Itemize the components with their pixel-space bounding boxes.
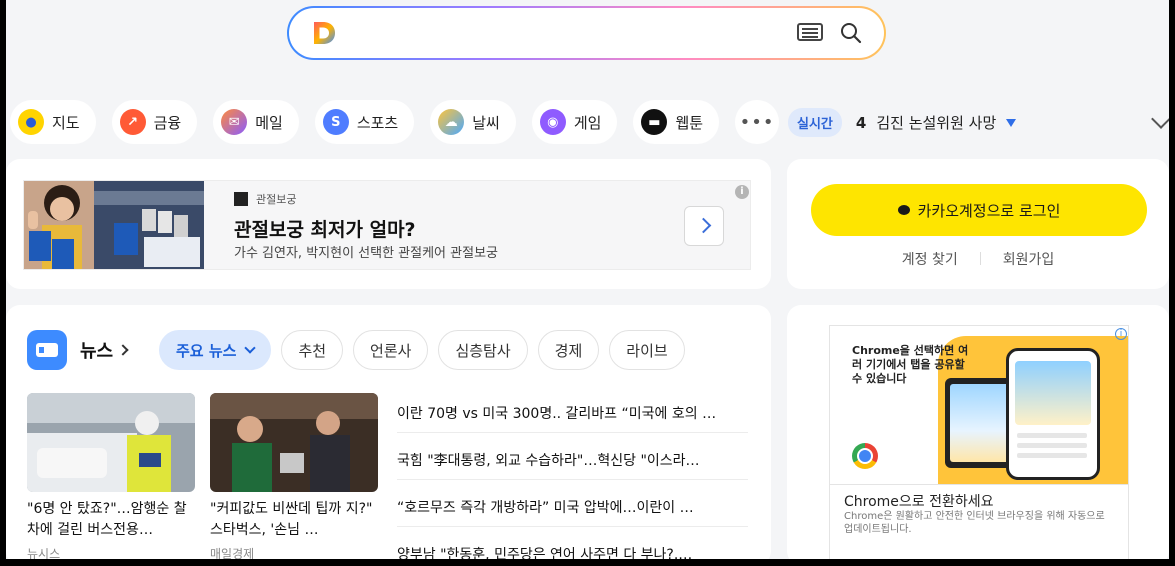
ad-brand: 관절보궁 [234, 191, 296, 207]
news-title-label: 뉴스 [80, 341, 114, 362]
nav-game[interactable]: ◉ 게임 [531, 100, 618, 144]
chrome-ad-banner[interactable]: Chrome을 선택하면 여러 기기에서 탭을 공유할 수 있습니다 Chrom… [829, 325, 1129, 559]
game-icon: ◉ [539, 109, 566, 135]
kakao-login-label: 카카오계정으로 로그인 [917, 201, 1061, 220]
ad-banner[interactable]: 관절보궁 관절보궁 최저가 얼마? 가수 김연자, 박지현이 선택한 관절케어 … [23, 180, 751, 270]
tab-main-news[interactable]: 주요 뉴스 [159, 330, 272, 370]
chrome-ad-subtitle: Chrome은 원활하고 안전한 인터넷 브라우징을 위해 자동으로 업데이트됩… [844, 511, 1105, 535]
news-thumbnail[interactable] [27, 393, 195, 492]
news-title[interactable]: 뉴스 [80, 337, 129, 363]
chrome-ad-visual: Chrome을 선택하면 여러 기기에서 탭을 공유할 수 있습니다 [830, 326, 1128, 484]
realtime-keyword[interactable]: 김진 논설위원 사망 [876, 112, 996, 133]
phone-illustration [1006, 348, 1100, 480]
ad-info-icon[interactable]: i [1115, 328, 1127, 340]
news-icon [27, 330, 67, 370]
tab-deep[interactable]: 심층탐사 [438, 330, 528, 370]
more-dots-icon: ••• [739, 111, 775, 133]
chevron-down-icon[interactable] [1151, 109, 1169, 129]
tab-recommend[interactable]: 추천 [281, 330, 344, 370]
nav-label: 메일 [255, 113, 283, 132]
find-account-link[interactable]: 계정 찾기 [880, 249, 980, 269]
news-headline-list: 이란 70명 vs 미국 300명.. 갈리바프 “미국에 호의 … 국힘 "李… [397, 393, 748, 559]
quick-nav: ● 지도 ↗ 금융 ✉ 메일 S 스포츠 ☁ 날씨 ◉ 게임 ▬ 웹툰 ••• [10, 100, 780, 144]
news-card: 뉴스 주요 뉴스 추천 언론사 심층탐사 경제 라이브 "6명 안 탔죠?"…암… [6, 305, 771, 559]
news-thumb-caption[interactable]: "6명 안 탔죠?"…암행순 찰차에 걸린 버스전용… [27, 499, 197, 541]
ad-title[interactable]: 관절보궁 최저가 얼마? [234, 215, 416, 242]
search-bar[interactable] [287, 6, 886, 60]
news-source: 매일경제 [210, 547, 255, 559]
ad-product-image [24, 181, 204, 269]
ad-card: 관절보궁 관절보궁 최저가 얼마? 가수 김연자, 박지현이 선택한 관절케어 … [6, 159, 771, 289]
daum-logo-icon [314, 22, 335, 44]
more-button[interactable]: ••• [735, 100, 780, 144]
divider [830, 484, 1128, 485]
ad-info-icon[interactable]: i [735, 185, 749, 199]
sports-icon: S [322, 109, 349, 135]
keyboard-icon[interactable] [797, 23, 823, 41]
kakao-talk-icon [897, 205, 910, 215]
nav-label: 웹툰 [675, 113, 704, 132]
ad-description: 가수 김연자, 박지현이 선택한 관절케어 관절보궁 [234, 246, 498, 261]
finance-chart-icon: ↗ [119, 109, 146, 135]
news-thumb-caption[interactable]: "커피값도 비싼데 팁까 지?" 스타벅스, '손님 … [210, 499, 380, 541]
nav-map[interactable]: ● 지도 [10, 100, 96, 144]
signup-link[interactable]: 회원가입 [981, 249, 1077, 269]
nav-webtoon[interactable]: ▬ 웹툰 [633, 100, 720, 144]
login-card: 카카오계정으로 로그인 계정 찾기 회원가입 [787, 159, 1169, 289]
kakao-login-button[interactable]: 카카오계정으로 로그인 [811, 184, 1147, 236]
nav-label: 스포츠 [356, 113, 399, 132]
brand-logo-icon [234, 192, 248, 206]
ad-arrow-button[interactable] [684, 206, 724, 246]
chevron-down-icon [244, 342, 257, 354]
news-source: 뉴시스 [27, 547, 61, 559]
nav-finance[interactable]: ↗ 금융 [111, 100, 198, 144]
nav-weather[interactable]: ☁ 날씨 [430, 100, 516, 144]
nav-label: 게임 [573, 113, 602, 132]
nav-mail[interactable]: ✉ 메일 [213, 100, 299, 144]
mail-icon: ✉ [221, 109, 248, 135]
ad-brand-label: 관절보궁 [256, 193, 297, 206]
tab-live[interactable]: 라이브 [609, 330, 685, 370]
webtoon-icon: ▬ [641, 109, 668, 135]
map-pin-icon: ● [18, 109, 44, 135]
tab-press[interactable]: 언론사 [353, 330, 429, 370]
nav-label: 금융 [153, 113, 182, 132]
news-header[interactable]: 뉴스 [27, 330, 129, 370]
search-icon[interactable] [840, 22, 862, 44]
nav-label: 지도 [52, 113, 80, 132]
realtime-badge: 실시간 [788, 108, 842, 137]
browser-viewport: ● 지도 ↗ 금융 ✉ 메일 S 스포츠 ☁ 날씨 ◉ 게임 ▬ 웹툰 ••• [6, 0, 1169, 559]
realtime-ticker[interactable]: 실시간 4 김진 논설위원 사망 [788, 108, 1017, 137]
chevron-right-icon [117, 344, 129, 356]
nav-label: 날씨 [472, 113, 500, 132]
chrome-ad-title[interactable]: Chrome으로 전환하세요 [844, 491, 994, 511]
weather-icon: ☁ [438, 109, 465, 135]
nav-sports[interactable]: S 스포츠 [314, 100, 415, 144]
tab-economy[interactable]: 경제 [537, 330, 600, 370]
realtime-rank: 4 [855, 113, 867, 132]
tab-label: 주요 뉴스 [176, 341, 237, 360]
news-headline[interactable]: 이란 70명 vs 미국 300명.. 갈리바프 “미국에 호의 … [397, 393, 748, 433]
chrome-ad-card: Chrome을 선택하면 여러 기기에서 탭을 공유할 수 있습니다 Chrom… [787, 305, 1169, 559]
search-input[interactable] [349, 18, 769, 48]
news-thumbnail[interactable] [210, 393, 378, 492]
chrome-logo-icon [852, 443, 878, 469]
news-headline[interactable]: “호르무즈 즉각 개방하라” 미국 압박에…이란이 … [397, 487, 748, 527]
news-headline[interactable]: 양부남 "한동훈, 민주당은 연어 사주면 다 부나?.… [397, 534, 748, 560]
login-links: 계정 찾기 회원가입 [787, 249, 1169, 269]
news-tabs: 주요 뉴스 추천 언론사 심층탐사 경제 라이브 [159, 330, 685, 370]
news-headline[interactable]: 국힘 "李대통령, 외교 수습하라"…혁신당 "이스라… [397, 440, 748, 480]
dropdown-triangle-icon[interactable] [1006, 118, 1017, 127]
